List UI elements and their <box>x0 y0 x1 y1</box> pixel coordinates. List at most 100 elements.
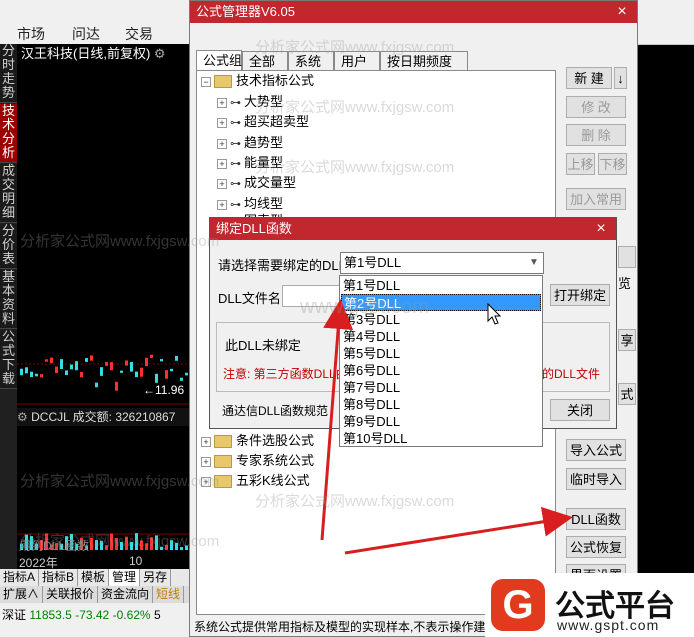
expand-icon[interactable]: + <box>201 436 211 447</box>
tree-node-expert[interactable]: + 专家系统公式 <box>201 452 314 470</box>
tab-technical[interactable]: 技术分析 <box>0 104 17 163</box>
gear-icon[interactable]: ⚙ <box>17 410 28 424</box>
delete-button[interactable]: 删 除 <box>566 124 626 146</box>
open-bind-button[interactable]: 打开绑定 <box>550 284 610 306</box>
dll-function-button[interactable]: DLL函数 <box>566 508 626 530</box>
bind-dll-titlebar: 绑定DLL函数 × <box>210 218 616 240</box>
candle <box>160 359 163 362</box>
tree-node-label: 成交量型 <box>244 175 297 190</box>
dll-option[interactable]: 第9号DLL <box>341 413 541 430</box>
dll-status-text: 此DLL未绑定 <box>225 338 301 353</box>
tab-formula-download[interactable]: 公式下载 <box>0 330 17 389</box>
folder-icon <box>214 435 232 449</box>
dll-filename-field[interactable] <box>282 285 342 307</box>
dll-option[interactable]: 第5号DLL <box>341 345 541 362</box>
menu-trade[interactable]: 交易 <box>125 24 153 44</box>
dll-select[interactable]: 第1号DLL ▼ <box>340 252 544 274</box>
new-dropdown-button[interactable]: ↓ <box>614 67 627 89</box>
import-formula-button[interactable]: 导入公式 <box>566 439 626 461</box>
tab-short-term[interactable]: 短线 <box>153 586 185 603</box>
dll-dropdown-list[interactable]: 第1号DLL 第2号DLL 第3号DLL 第4号DLL 第5号DLL 第6号DL… <box>339 275 543 447</box>
tree-node-child[interactable]: + ⊶ 成交量型 <box>217 174 296 192</box>
indicator-note: 用到DLL函数 <box>19 539 90 553</box>
volume-bar <box>130 541 133 550</box>
tree-node-technical[interactable]: − 技术指标公式 <box>201 72 314 90</box>
tab-all[interactable]: 全部 <box>242 51 288 71</box>
settings-icon[interactable]: ⚙ <box>154 46 166 61</box>
collapse-icon[interactable]: − <box>201 76 211 87</box>
expand-icon[interactable]: + <box>201 476 211 487</box>
dll-option-highlighted[interactable]: 第2号DLL <box>341 294 541 311</box>
status-index-change: -73.42 <box>75 608 110 622</box>
move-down-button[interactable]: 下移 <box>598 153 627 175</box>
tab-related-quotes[interactable]: 关联报价 <box>43 586 99 603</box>
volume-bar <box>125 536 128 550</box>
dll-option[interactable]: 第10号DLL <box>341 430 541 447</box>
dll-option[interactable]: 第1号DLL <box>341 277 541 294</box>
dll-option[interactable]: 第7号DLL <box>341 379 541 396</box>
expand-icon[interactable]: + <box>217 117 227 128</box>
share-button[interactable]: 享 <box>618 329 636 351</box>
partial-button[interactable] <box>618 246 636 268</box>
menu-market[interactable]: 市场 <box>17 24 45 44</box>
formula-restore-button[interactable]: 公式恢复 <box>566 536 626 558</box>
tab-trade-detail[interactable]: 成交明细 <box>0 164 17 223</box>
expand-icon[interactable]: + <box>217 158 227 169</box>
tab-expand[interactable]: 扩展∧ <box>0 586 44 603</box>
tree-node-stock-select[interactable]: + 条件选股公式 <box>201 432 314 450</box>
expand-icon[interactable]: + <box>217 138 227 149</box>
tree-node-label: 超买超卖型 <box>244 114 310 129</box>
modify-button[interactable]: 修 改 <box>566 96 626 118</box>
tab-indicator-a[interactable]: 指标A <box>0 569 40 586</box>
expand-icon[interactable]: + <box>201 456 211 467</box>
dll-option[interactable]: 第3号DLL <box>341 311 541 328</box>
dll-option[interactable]: 第8号DLL <box>341 396 541 413</box>
tab-manage[interactable]: 管理 <box>109 569 141 586</box>
tree-node-child[interactable]: + ⊶ 能量型 <box>217 154 283 172</box>
tree-node-child[interactable]: + ⊶ 超买超卖型 <box>217 113 309 131</box>
tab-save-as[interactable]: 另存 <box>140 569 172 586</box>
dll-spec-link[interactable]: 通达信DLL函数规范 <box>222 402 328 419</box>
expand-icon[interactable]: + <box>217 199 227 210</box>
move-up-button[interactable]: 上移 <box>566 153 595 175</box>
candle <box>45 359 48 362</box>
kline-chart[interactable]: ←11.96 ⚙ DCCJL 成交额: 326210867 用到DLL函数 20… <box>17 64 190 570</box>
formula-button[interactable]: 式 <box>618 383 636 405</box>
tree-node-child[interactable]: + ⊶ 均线型 <box>217 195 283 213</box>
tree-node-label: 趋势型 <box>244 135 284 150</box>
tab-system[interactable]: 系统 <box>288 51 334 71</box>
new-button[interactable]: 新 建 <box>566 67 612 89</box>
tab-price-table[interactable]: 分价表 <box>0 224 17 269</box>
add-common-button[interactable]: 加入常用 <box>566 188 626 210</box>
tab-indicator-b[interactable]: 指标B <box>39 569 79 586</box>
tab-user[interactable]: 用户 <box>334 51 380 71</box>
candle <box>85 358 88 362</box>
temp-import-button[interactable]: 临时导入 <box>566 468 626 490</box>
tree-node-child[interactable]: + ⊶ 趋势型 <box>217 134 283 152</box>
candle <box>60 359 63 369</box>
candle <box>95 382 98 388</box>
tab-formula-group[interactable]: 公式组 <box>196 50 242 71</box>
tree-node-color-kline[interactable]: + 五彩K线公式 <box>201 472 310 490</box>
tab-profile[interactable]: 基本资料 <box>0 270 17 329</box>
tab-intraday[interactable]: 分时走势 <box>0 44 17 103</box>
menu-wenda[interactable]: 问达 <box>72 24 100 44</box>
close-button[interactable]: 关闭 <box>550 399 610 421</box>
tab-by-date-frequency[interactable]: 按日期频度 <box>380 51 468 71</box>
candle <box>185 372 188 376</box>
tab-template[interactable]: 模板 <box>78 569 110 586</box>
candle <box>100 367 103 376</box>
tab-fund-flow[interactable]: 资金流向 <box>98 586 154 603</box>
expand-icon[interactable]: + <box>217 178 227 189</box>
bind-dll-title: 绑定DLL函数 <box>216 221 292 236</box>
dll-option[interactable]: 第6号DLL <box>341 362 541 379</box>
volume-bar <box>135 533 138 550</box>
chevron-down-icon[interactable]: ▼ <box>525 253 543 273</box>
close-icon[interactable]: × <box>592 218 610 240</box>
logo-url: www.gspt.com <box>557 617 660 633</box>
candle <box>30 371 33 377</box>
close-icon[interactable]: × <box>613 1 631 23</box>
expand-icon[interactable]: + <box>217 97 227 108</box>
tree-node-child[interactable]: + ⊶ 大势型 <box>217 93 283 111</box>
dll-option[interactable]: 第4号DLL <box>341 328 541 345</box>
